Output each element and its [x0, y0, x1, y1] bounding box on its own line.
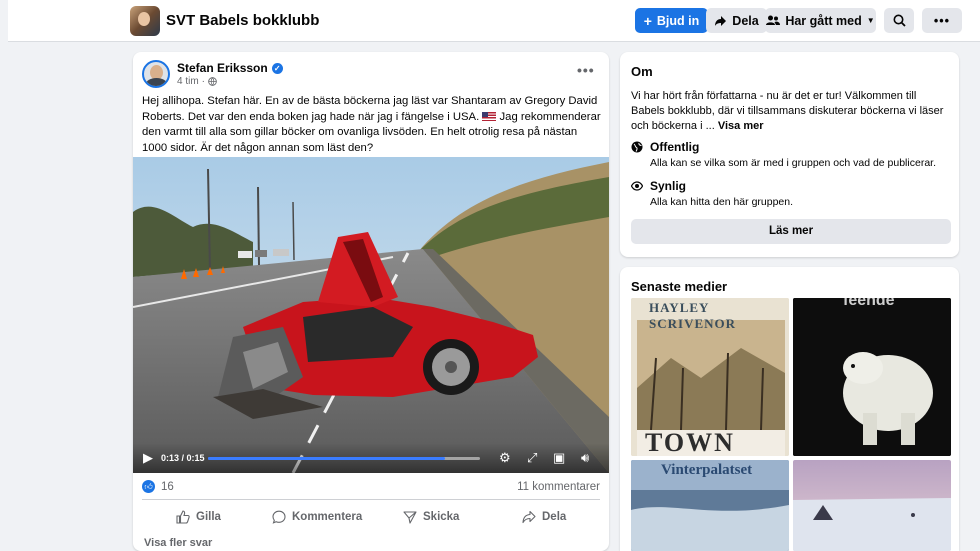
see-more-link[interactable]: Visa mer	[718, 120, 764, 132]
polar-bear-image	[793, 298, 951, 456]
send-label: Skicka	[423, 511, 460, 523]
reaction-summary[interactable]: 👍︎ 16	[142, 480, 174, 493]
action-divider	[142, 499, 600, 500]
globe-icon	[208, 77, 217, 86]
author-name[interactable]: Stefan Eriksson	[177, 61, 268, 75]
like-button[interactable]: Gilla	[176, 505, 221, 529]
invite-button[interactable]: + Bjud in	[635, 8, 708, 33]
recent-media-card: Senaste medier HAYLEY SCRIVENOR TOWN fee…	[620, 267, 959, 551]
show-more-replies-link[interactable]: Visa fler svar	[144, 537, 212, 549]
about-description-text: Vi har hört från författarna - nu är det…	[631, 90, 944, 132]
vinterpalatset-title-text: Vinterpalatset	[661, 462, 753, 478]
thumbs-up-icon	[176, 510, 190, 524]
comment-button[interactable]: Kommentera	[272, 505, 362, 529]
snow-landscape-image	[793, 460, 951, 551]
post-video[interactable]: ▶ 0:13 / 0:15 ⚙ ⤢ ▣ 🔊︎	[133, 157, 609, 473]
settings-gear-icon[interactable]: ⚙	[499, 450, 511, 466]
visibility-row: Synlig Alla kan hitta den här gruppen.	[631, 179, 793, 208]
media-thumb-book-town[interactable]: HAYLEY SCRIVENOR TOWN	[631, 298, 789, 456]
media-thumb-polar-bear[interactable]: feende	[793, 298, 951, 456]
video-progress-fill	[208, 457, 445, 460]
group-more-button[interactable]: •••	[922, 8, 962, 33]
like-label: Gilla	[196, 511, 221, 523]
post-time[interactable]: 4 tim	[177, 76, 199, 87]
globe-filled-icon	[631, 141, 643, 153]
plus-icon: +	[643, 12, 652, 29]
comment-bubble-icon	[272, 510, 286, 524]
verified-badge-icon: ✓	[271, 62, 283, 74]
video-controls: ▶ 0:13 / 0:15 ⚙ ⤢ ▣ 🔊︎	[133, 443, 609, 473]
public-title: Offentlig	[650, 140, 700, 154]
book-author-text: HAYLEY SCRIVENOR	[649, 300, 737, 331]
send-icon	[403, 511, 417, 524]
polar-bear-word-text: feende	[843, 298, 895, 309]
video-frame-car-crash	[133, 157, 609, 473]
like-reaction-icon: 👍︎	[142, 480, 155, 493]
post-author[interactable]: Stefan Eriksson ✓	[177, 61, 283, 75]
post-card: Stefan Eriksson ✓ 4 tim · ••• Hej alliho…	[133, 52, 609, 551]
members-icon	[766, 15, 781, 25]
fullscreen-icon[interactable]: ⤢	[527, 450, 537, 466]
share-arrow-icon	[715, 15, 727, 26]
search-button[interactable]	[884, 8, 914, 33]
post-meta: 4 tim ·	[177, 76, 217, 87]
send-button[interactable]: Skicka	[403, 505, 459, 529]
share-post-label: Dela	[542, 511, 567, 523]
more-dots-icon: •••	[933, 13, 951, 28]
volume-icon[interactable]: 🔊︎	[581, 450, 589, 466]
invite-label: Bjud in	[656, 13, 700, 28]
post-text: Hej allihopa. Stefan här. En av de bästa…	[142, 94, 602, 156]
joined-label: Har gått med	[785, 13, 862, 28]
about-description: Vi har hört från författarna - nu är det…	[631, 89, 951, 134]
book-title-town-text: TOWN	[645, 428, 735, 456]
video-progress-bar[interactable]	[208, 457, 480, 460]
media-thumb-snow-landscape[interactable]	[793, 460, 951, 551]
visible-description: Alla kan hitta den här gruppen.	[650, 196, 794, 208]
share-group-label: Dela	[732, 13, 759, 28]
read-more-button[interactable]: Läs mer	[631, 219, 951, 244]
search-icon	[893, 14, 906, 27]
post-options-icon[interactable]: •••	[577, 62, 595, 78]
comment-label: Kommentera	[292, 511, 363, 523]
eye-icon	[631, 181, 643, 191]
play-icon[interactable]: ▶	[143, 450, 153, 466]
media-thumb-vinterpalatset[interactable]: Vinterpalatset	[631, 460, 789, 551]
privacy-public-row: Offentlig Alla kan se vilka som är med i…	[631, 140, 936, 169]
caret-down-icon: ▼	[866, 16, 875, 25]
group-avatar[interactable]	[130, 6, 160, 36]
us-flag-emoji-icon	[482, 111, 497, 121]
media-title: Senaste medier	[631, 279, 728, 294]
joined-dropdown-button[interactable]: Har gått med ▼	[765, 8, 876, 33]
reaction-count: 16	[161, 480, 174, 493]
comment-count[interactable]: 11 kommentarer	[517, 481, 600, 493]
picture-in-picture-icon[interactable]: ▣	[553, 450, 565, 466]
video-time: 0:13 / 0:15	[161, 453, 205, 463]
public-description: Alla kan se vilka som är med i gruppen o…	[650, 157, 936, 169]
group-title[interactable]: SVT Babels bokklubb	[166, 12, 319, 29]
share-arrow-outline-icon	[522, 510, 536, 524]
share-group-button[interactable]: Dela	[706, 8, 767, 33]
about-card: Om Vi har hört från författarna - nu är …	[620, 52, 959, 257]
about-title: Om	[631, 64, 653, 79]
visible-title: Synlig	[650, 179, 687, 193]
share-post-button[interactable]: Dela	[522, 505, 566, 529]
author-avatar[interactable]	[142, 60, 170, 88]
